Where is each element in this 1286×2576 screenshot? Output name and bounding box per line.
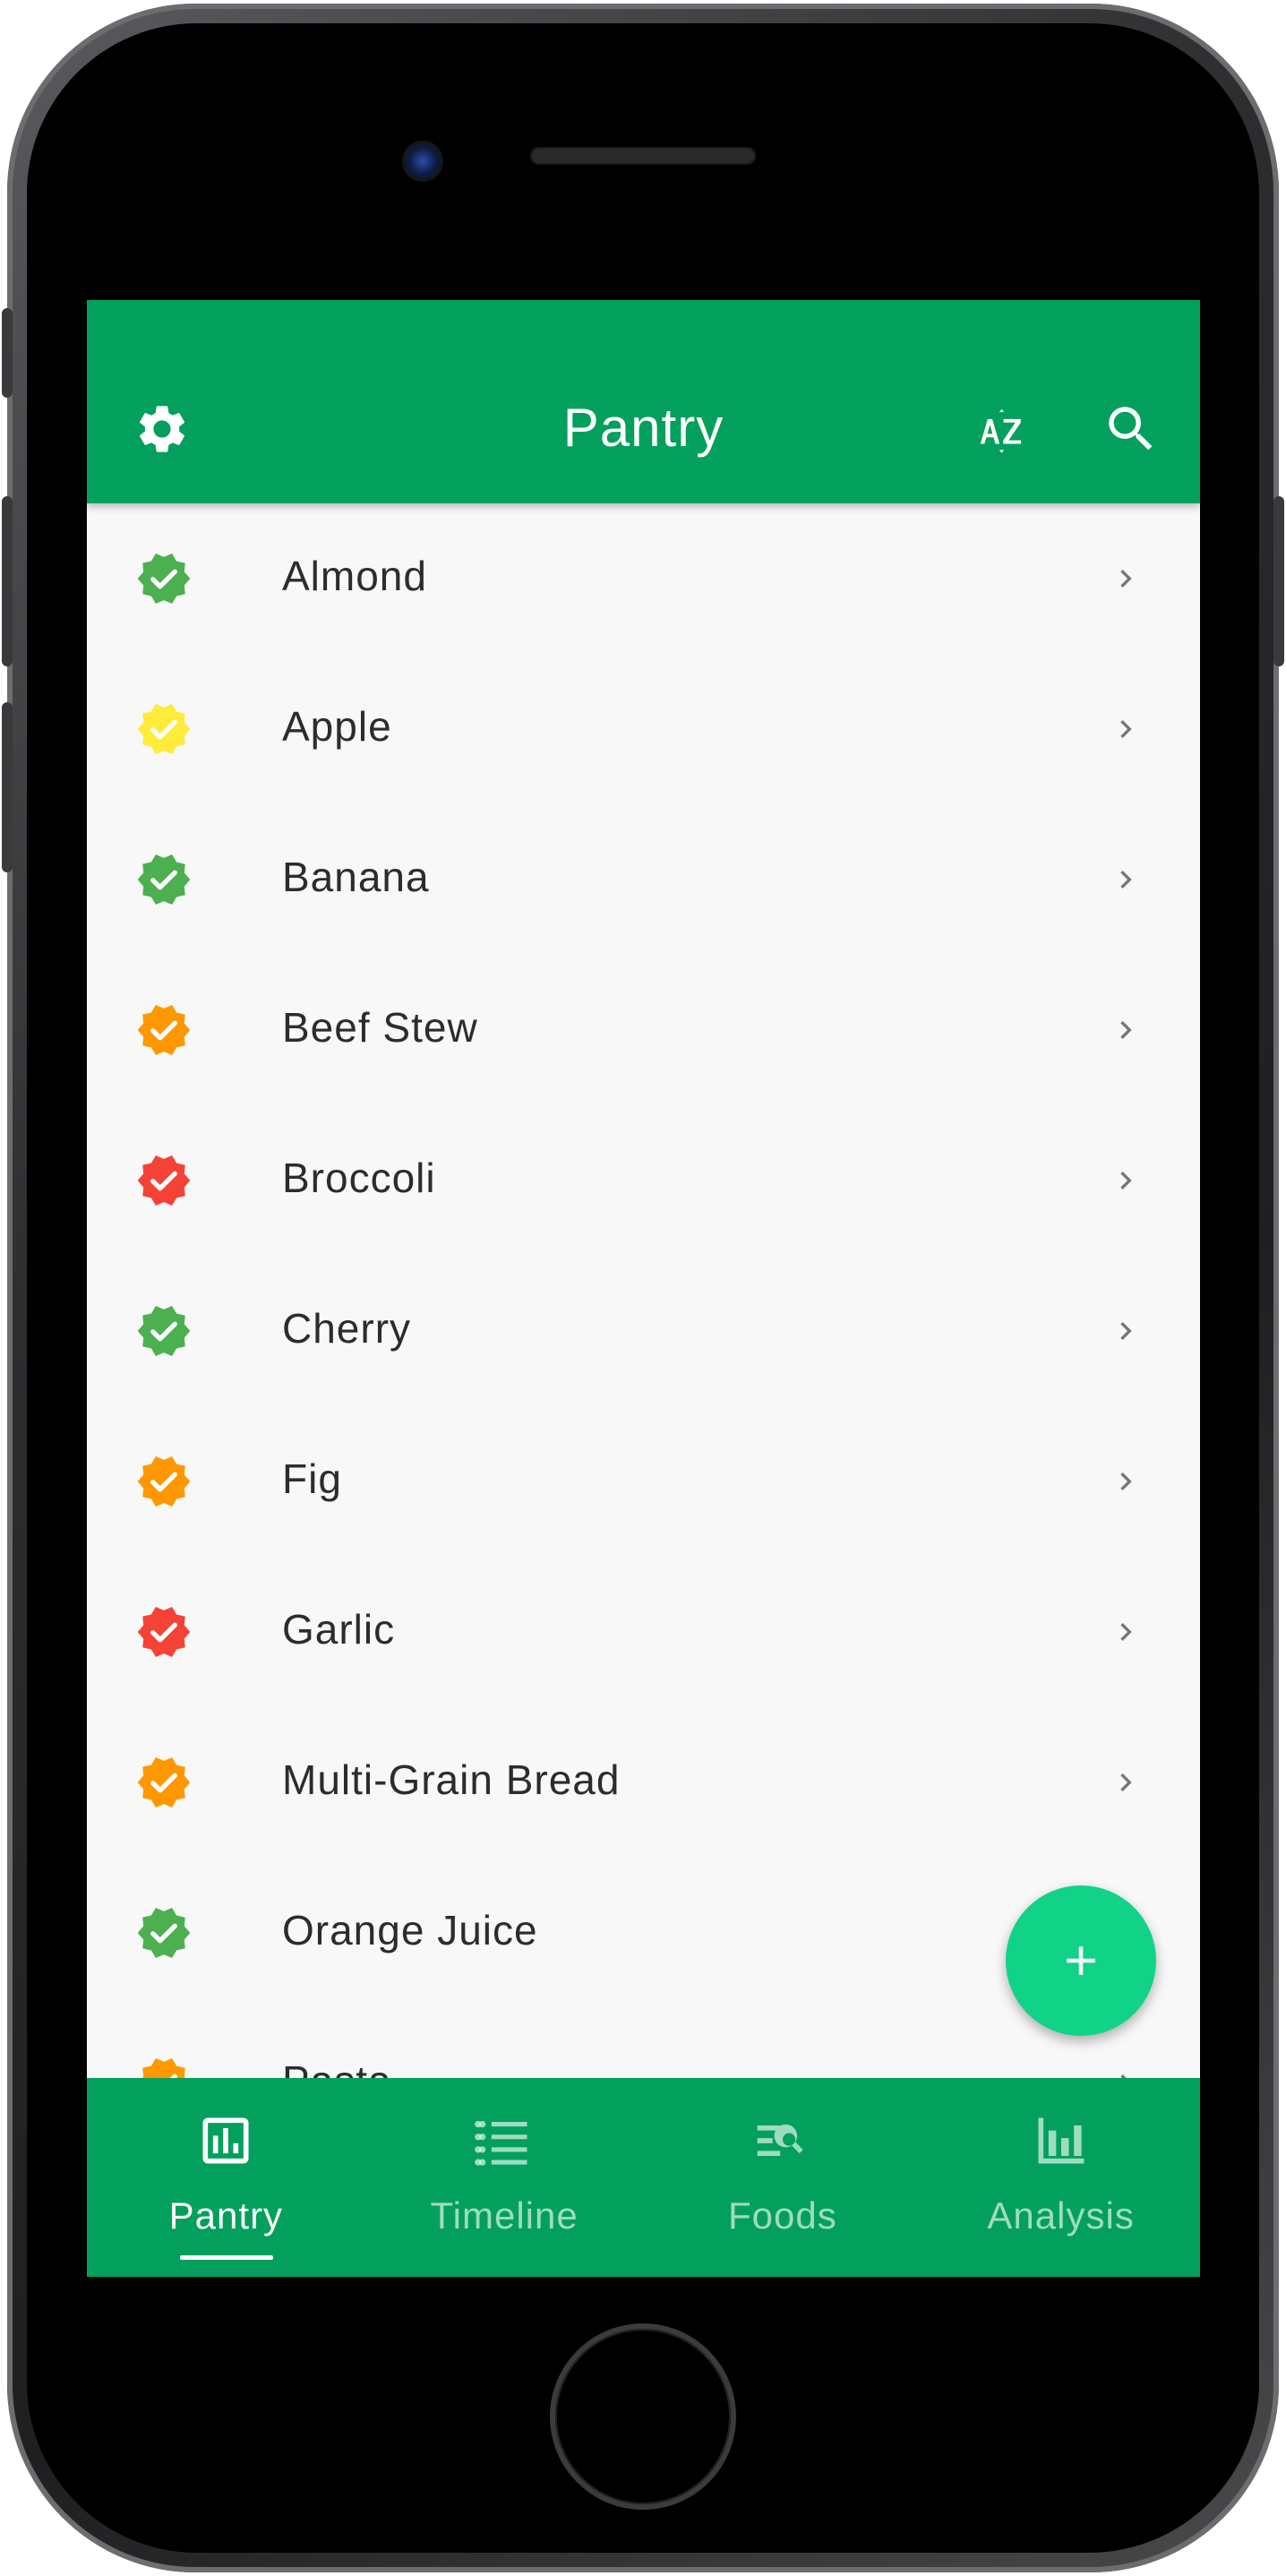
search-list-icon xyxy=(757,2124,803,2156)
verified-badge-icon xyxy=(137,1757,191,1807)
nav-label: Foods xyxy=(728,2194,837,2237)
list-item-label: Apple xyxy=(282,703,392,750)
list-item-label: Beef Stew xyxy=(282,1004,478,1051)
power-button xyxy=(1273,496,1284,666)
verified-badge-icon xyxy=(137,1155,191,1206)
sort-az-icon xyxy=(980,408,1022,453)
chevron-right-icon xyxy=(1120,1322,1132,1340)
chevron-right-icon xyxy=(1120,1473,1132,1490)
nav-label: Timeline xyxy=(430,2194,579,2237)
verified-badge-icon xyxy=(137,1607,191,1657)
add-item-button[interactable] xyxy=(1006,1885,1156,2036)
list-item[interactable]: Banana xyxy=(87,804,1200,955)
list-item[interactable]: Multi-Grain Bread xyxy=(87,1707,1200,1858)
nav-label: Analysis xyxy=(987,2194,1135,2237)
earpiece-speaker xyxy=(530,147,756,165)
volume-up-button xyxy=(2,496,13,666)
chevron-right-icon xyxy=(1120,1021,1132,1039)
list-item-label: Multi-Grain Bread xyxy=(282,1756,621,1803)
list-item[interactable]: Apple xyxy=(87,654,1200,804)
verified-badge-icon xyxy=(137,1456,191,1507)
verified-badge-icon xyxy=(137,854,191,905)
search-button[interactable] xyxy=(1095,393,1167,465)
pantry-icon xyxy=(202,2117,249,2164)
app-screen: Pantry Almond Apple Banana Beef Stew Broccol… xyxy=(87,300,1200,2277)
mute-switch xyxy=(2,308,13,398)
active-tab-indicator xyxy=(180,2255,273,2260)
sort-button[interactable] xyxy=(970,393,1042,465)
verified-badge-icon xyxy=(137,1908,191,1958)
list-item[interactable]: Garlic xyxy=(87,1557,1200,1707)
front-camera xyxy=(402,141,443,182)
verified-badge-icon xyxy=(137,1005,191,1055)
nav-item-foods[interactable]: Foods xyxy=(644,2078,922,2277)
chevron-right-icon xyxy=(1120,1172,1132,1189)
list-item-label: Banana xyxy=(282,854,430,900)
bottom-navigation: Pantry Timeline Foods Analysis xyxy=(87,2078,1200,2277)
list-item-label: Fig xyxy=(282,1455,342,1502)
list-item-label: Orange Juice xyxy=(282,1907,538,1953)
plus-icon xyxy=(1067,1946,1095,1975)
app-bar: Pantry xyxy=(87,300,1200,503)
nav-item-analysis[interactable]: Analysis xyxy=(922,2078,1200,2277)
volume-down-button xyxy=(2,702,13,872)
list-item-label: Broccoli xyxy=(282,1155,436,1201)
list-item[interactable]: Almond xyxy=(87,503,1200,654)
verified-badge-icon xyxy=(137,1306,191,1356)
nav-item-timeline[interactable]: Timeline xyxy=(365,2078,644,2277)
bar-chart-icon xyxy=(1038,2117,1085,2164)
chevron-right-icon xyxy=(1120,1623,1132,1641)
list-item-label: Cherry xyxy=(282,1305,412,1352)
verified-badge-icon xyxy=(137,554,191,604)
nav-item-pantry[interactable]: Pantry xyxy=(87,2078,365,2277)
list-item-label: Garlic xyxy=(282,1606,396,1653)
list-item[interactable]: Fig xyxy=(87,1406,1200,1557)
chevron-right-icon xyxy=(1120,720,1132,738)
search-icon xyxy=(1109,407,1153,451)
chevron-right-icon xyxy=(1120,1773,1132,1791)
verified-badge-icon xyxy=(137,704,191,754)
chevron-right-icon xyxy=(1120,570,1132,588)
home-button[interactable] xyxy=(555,2329,731,2504)
nav-label: Pantry xyxy=(168,2194,284,2237)
chevron-right-icon xyxy=(1120,871,1132,889)
list-icon xyxy=(475,2120,527,2166)
list-item[interactable]: Broccoli xyxy=(87,1105,1200,1256)
list-item[interactable]: Cherry xyxy=(87,1256,1200,1406)
list-item-label: Almond xyxy=(282,553,427,599)
list-item[interactable]: Beef Stew xyxy=(87,955,1200,1105)
